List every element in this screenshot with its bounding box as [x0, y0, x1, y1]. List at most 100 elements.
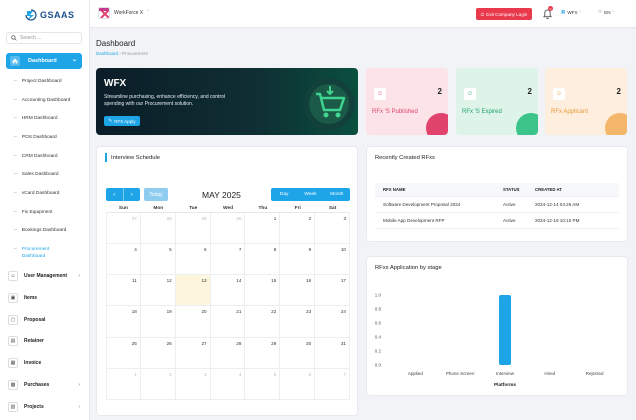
calendar-day[interactable]: 30	[210, 213, 246, 245]
hero-banner: WFX Streamline purchasing, enhance effic…	[96, 68, 358, 135]
sidebar-subitem-fix-equipment[interactable]: – Fix Equipment	[14, 209, 52, 215]
calendar-day-today[interactable]: 13	[175, 275, 211, 307]
calendar-day[interactable]: 26	[140, 337, 176, 369]
weekday-label: Sun	[118, 206, 128, 211]
day-number: 27	[201, 340, 207, 346]
sidebar-item-invoice[interactable]: ▦ Invoice	[8, 358, 80, 368]
sidebar-subitem-label: Procurement Dashboard	[21, 247, 50, 259]
calendar-day[interactable]: 29	[245, 337, 281, 369]
stat-card-applicant[interactable]: ☺ 2 RFx Applicant	[545, 68, 627, 135]
language-dropdown[interactable]: ☉ EN ˇ	[598, 9, 614, 15]
view-week-button[interactable]: Week	[297, 188, 323, 201]
calendar-day[interactable]: 27	[106, 213, 141, 245]
sidebar-item-label: Retainer	[24, 338, 45, 344]
calendar-day[interactable]: 17	[315, 275, 350, 307]
calendar-day[interactable]: 27	[175, 337, 211, 369]
calendar-day[interactable]: 22	[245, 306, 281, 338]
table-row[interactable]: Software Development Proposal 2024 Activ…	[375, 197, 619, 213]
day-number: 9	[308, 247, 312, 253]
sidebar-subitem-bookings-dashboard[interactable]: – Bookings Dashboard	[14, 227, 66, 233]
sidebar-subitem-pos-dashboard[interactable]: – POS Dashboard	[14, 134, 57, 140]
calendar-day[interactable]: 6	[280, 368, 316, 400]
sidebar-item-user-management[interactable]: ☺ User Management ›	[8, 271, 80, 281]
calendar-grid: 27 28 29 30 1 2 3 4 5 6 7 8 9 10 11 12 13 14 15 16 17 18 19 20 2…	[106, 213, 350, 400]
calendar-day[interactable]: 25	[106, 337, 141, 369]
calendar-day[interactable]: 21	[210, 306, 246, 338]
calendar-day[interactable]: 14	[210, 275, 246, 307]
sidebar-item-retainer[interactable]: ▤ Retainer	[8, 336, 80, 346]
calendar-day[interactable]: 7	[210, 244, 246, 276]
chevron-right-icon: ›	[78, 404, 80, 410]
weekday-label: Mon	[153, 206, 164, 211]
calendar-day[interactable]: 2	[140, 368, 176, 400]
stat-label: RFx 'S Published	[372, 109, 418, 115]
pencil-icon: ✎	[108, 118, 113, 123]
rfxs-by-stage-card: RFxs Application by stage 0.0 0.2 0.4 0.6 0.…	[366, 256, 628, 396]
calendar-day[interactable]: 10	[315, 244, 350, 276]
calendar-day[interactable]: 2	[280, 213, 316, 245]
today-button[interactable]: Today	[144, 188, 168, 201]
stat-card-published[interactable]: ☺ 2 RFx 'S Published	[366, 68, 448, 135]
calendar-day[interactable]: 29	[175, 213, 211, 245]
page-title: Dashboard	[96, 39, 136, 48]
calendar-day[interactable]: 3	[175, 368, 211, 400]
calendar-day[interactable]: 3	[315, 213, 350, 245]
sidebar-item-projects[interactable]: ▧ Projects ›	[8, 402, 80, 412]
company-label: WFX	[567, 9, 578, 15]
calendar-day[interactable]: 18	[106, 306, 141, 338]
calendar-day[interactable]: 1	[245, 213, 281, 245]
sidebar-item-proposal[interactable]: ▢ Proposal	[8, 315, 80, 325]
calendar-day[interactable]: 7	[315, 368, 350, 400]
sidebar-search-input[interactable]: Search ...	[6, 32, 82, 44]
rfx-table: RFX NAME STATUS CREATED AT Software Deve…	[375, 183, 619, 229]
day-number: 10	[340, 247, 346, 253]
sidebar-item-dashboard[interactable]: Dashboard	[6, 53, 82, 69]
exit-company-login-button[interactable]: ⏻ Exit Company Login	[476, 8, 532, 20]
calendar-day[interactable]: 24	[315, 306, 350, 338]
file-icon: ▢	[8, 315, 18, 325]
calendar-day[interactable]: 16	[280, 275, 316, 307]
brand-logo[interactable]: GSAAS	[24, 8, 75, 22]
calendar-day[interactable]: 20	[175, 306, 211, 338]
calendar-day[interactable]: 28	[210, 337, 246, 369]
calendar-day[interactable]: 11	[106, 275, 141, 307]
sidebar-subitem-hrm-dashboard[interactable]: – HRM Dashboard	[14, 115, 58, 121]
view-month-button[interactable]: Month	[324, 188, 350, 201]
sidebar-subitem-sales-dashboard[interactable]: – Sales Dashboard	[14, 171, 59, 177]
calendar-day[interactable]: 6	[175, 244, 211, 276]
breadcrumb-home-link[interactable]: Dashboard	[96, 51, 118, 56]
sidebar-subitem-accounting-dashboard[interactable]: – Accounting Dashboard	[14, 97, 70, 103]
calendar-day[interactable]: 12	[140, 275, 176, 307]
calendar-day[interactable]: 19	[140, 306, 176, 338]
calendar-day[interactable]: 31	[315, 337, 350, 369]
view-day-button[interactable]: Day	[271, 188, 297, 201]
calendar-day[interactable]: 4	[106, 244, 141, 276]
rfx-apply-button[interactable]: ✎ RFX Apply	[104, 116, 140, 126]
stat-card-expired[interactable]: ☺ 2 RFx 'S Expired	[456, 68, 538, 135]
prev-month-button[interactable]: ‹	[106, 188, 124, 201]
table-row[interactable]: Mobile App Development RFP Active 2024-1…	[375, 213, 619, 229]
company-dropdown[interactable]: ▦ WFX ˇ	[561, 9, 581, 15]
calendar-day[interactable]: 28	[140, 213, 176, 245]
sidebar-subitem-vcard-dashboard[interactable]: – vCard Dashboard	[14, 190, 59, 196]
next-month-button[interactable]: ›	[124, 188, 141, 201]
column-header: RFX NAME	[383, 187, 406, 192]
workspace-switcher[interactable]: WorkForce X ˇ	[98, 7, 149, 19]
calendar-day[interactable]: 9	[280, 244, 316, 276]
calendar-day[interactable]: 15	[245, 275, 281, 307]
calendar-day[interactable]: 30	[280, 337, 316, 369]
calendar-day[interactable]: 5	[140, 244, 176, 276]
sidebar-subitem-project-dashboard[interactable]: – Project Dashboard	[14, 78, 62, 84]
calendar-day[interactable]: 4	[210, 368, 246, 400]
sidebar-item-purchases[interactable]: ▩ Purchases ›	[8, 380, 80, 390]
sidebar-item-items[interactable]: ▣ Items	[8, 293, 80, 303]
sidebar-subitem-crm-dashboard[interactable]: – CRM Dashboard	[14, 153, 58, 159]
calendar-day[interactable]: 1	[106, 368, 141, 400]
calendar-day[interactable]: 23	[280, 306, 316, 338]
calendar-day[interactable]: 5	[245, 368, 281, 400]
sidebar-subitem-procurement-dashboard[interactable]: – Procurement Dashboard	[14, 246, 54, 260]
dash-icon: –	[14, 97, 17, 103]
calendar-day[interactable]: 8	[245, 244, 281, 276]
column-header: CREATED AT	[535, 187, 562, 192]
chart-bar-interview[interactable]	[499, 295, 511, 365]
